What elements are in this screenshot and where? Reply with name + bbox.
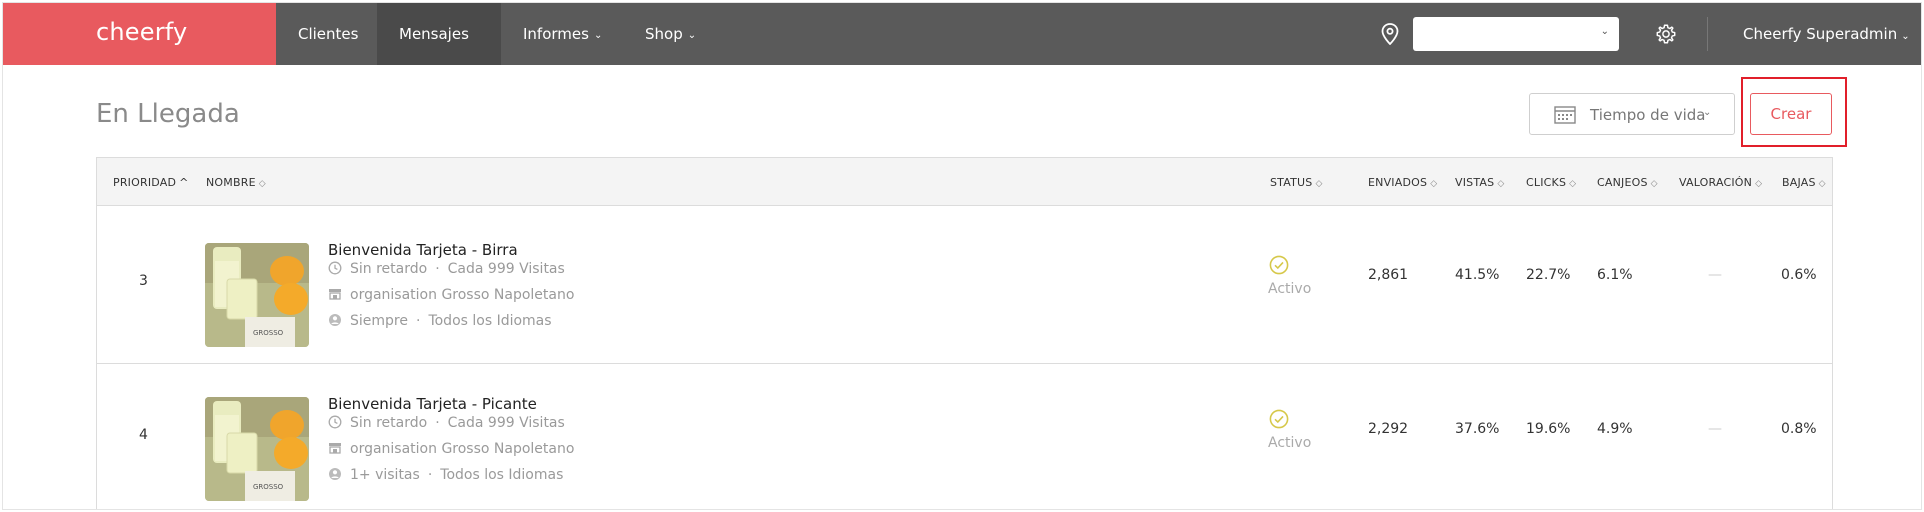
sort-icon: ◇ xyxy=(1569,179,1577,189)
user-menu[interactable]: Cheerfy Superadmin ⌄ xyxy=(1743,3,1910,65)
column-header-valoracion[interactable]: VALORACIÓN ◇ xyxy=(1679,176,1762,189)
user-circle-icon xyxy=(329,314,341,326)
period-filter-label: Tiempo de vida xyxy=(1590,106,1706,124)
user-circle-icon xyxy=(329,468,341,480)
sort-icon: ◇ xyxy=(1818,179,1826,189)
gear-icon[interactable] xyxy=(1655,23,1677,45)
column-header-bajas[interactable]: BAJAS ◇ xyxy=(1782,176,1826,189)
logo: cheerfy xyxy=(96,18,188,46)
nav-mensajes[interactable]: Mensajes⌄ xyxy=(377,3,501,103)
clock-icon xyxy=(328,261,342,275)
status-badge: Activo xyxy=(1268,435,1312,451)
store-icon xyxy=(329,443,341,454)
delay-frequency-line: Sin retardo · Cada 999 Visitas xyxy=(328,261,565,277)
chevron-down-icon: ⌄ xyxy=(593,30,603,41)
sort-icon: ◇ xyxy=(1315,179,1323,189)
canjeos-value: 6.1% xyxy=(1597,267,1633,283)
organisation-line: organisation Grosso Napoletano xyxy=(328,441,574,457)
message-name[interactable]: Bienvenida Tarjeta - Birra xyxy=(328,241,518,259)
chevron-down-icon: ⌄ xyxy=(1901,31,1910,42)
message-thumbnail: GROSSO xyxy=(205,397,309,501)
status-badge: Activo xyxy=(1268,281,1312,297)
column-header-canjeos[interactable]: CANJEOS ◇ xyxy=(1597,176,1658,189)
nav-clientes[interactable]: Clientes xyxy=(276,3,380,65)
canjeos-value: 4.9% xyxy=(1597,421,1633,437)
nav-divider xyxy=(1707,17,1708,51)
table-header: PRIORIDAD ^ NOMBRE ◇ STATUS ◇ ENVIADOS ◇ VIS… xyxy=(97,158,1832,206)
column-header-status[interactable]: STATUS ◇ xyxy=(1270,176,1323,189)
chevron-down-icon: ⌄ xyxy=(1600,26,1609,37)
store-icon xyxy=(329,289,341,300)
lemonade-photo: GROSSO xyxy=(205,243,309,347)
organisation-line: organisation Grosso Napoletano xyxy=(328,287,574,303)
clock-icon xyxy=(328,415,342,429)
vistas-value: 37.6% xyxy=(1455,421,1500,437)
create-button[interactable]: Crear xyxy=(1750,93,1832,135)
messages-table: PRIORIDAD ^ NOMBRE ◇ STATUS ◇ ENVIADOS ◇ VIS… xyxy=(96,157,1833,509)
calendar-icon xyxy=(1554,106,1576,124)
clicks-value: 19.6% xyxy=(1526,421,1571,437)
vistas-value: 41.5% xyxy=(1455,267,1500,283)
enviados-value: 2,292 xyxy=(1368,421,1409,437)
sort-asc-icon: ^ xyxy=(179,176,189,189)
table-row[interactable]: 4 GROSSO Bienvenida Tarjeta - Picante Si… xyxy=(97,365,1832,509)
delay-frequency-line: Sin retardo · Cada 999 Visitas xyxy=(328,415,565,431)
nav-shop[interactable]: Shop ⌄ xyxy=(623,3,718,65)
column-header-nombre[interactable]: NOMBRE ◇ xyxy=(206,176,266,189)
clicks-value: 22.7% xyxy=(1526,267,1571,283)
page-title: En Llegada xyxy=(96,99,240,129)
column-header-prioridad[interactable]: PRIORIDAD ^ xyxy=(113,176,189,189)
chevron-down-icon: ⌄ xyxy=(404,92,413,103)
priority-value: 3 xyxy=(139,273,148,289)
bajas-value: 0.8% xyxy=(1781,421,1817,437)
svg-text:GROSSO: GROSSO xyxy=(253,483,284,491)
sort-icon: ◇ xyxy=(1497,179,1505,189)
location-pin-icon xyxy=(1381,23,1399,45)
app-window: cheerfy Clientes Mensajes⌄ Informes ⌄ Sho… xyxy=(2,2,1922,510)
chevron-down-icon: ⌄ xyxy=(1703,107,1712,118)
top-navbar: cheerfy Clientes Mensajes⌄ Informes ⌄ Sho… xyxy=(3,3,1921,103)
valoracion-value: — xyxy=(1708,421,1722,437)
table-row[interactable]: 3 GROSSO Bienvenida Tarjeta - Birra Sin … xyxy=(97,211,1832,364)
audience-line: 1+ visitas · Todos los Idiomas xyxy=(328,467,563,483)
message-thumbnail: GROSSO xyxy=(205,243,309,347)
check-circle-icon xyxy=(1269,409,1289,429)
sort-icon: ◇ xyxy=(1650,179,1658,189)
message-name[interactable]: Bienvenida Tarjeta - Picante xyxy=(328,395,537,413)
bajas-value: 0.6% xyxy=(1781,267,1817,283)
svg-text:GROSSO: GROSSO xyxy=(253,329,284,337)
audience-line: Siempre · Todos los Idiomas xyxy=(328,313,552,329)
sort-icon: ◇ xyxy=(1755,179,1763,189)
valoracion-value: — xyxy=(1708,267,1722,283)
period-filter-button[interactable]: Tiempo de vida ⌄ xyxy=(1529,93,1735,135)
sort-icon: ◇ xyxy=(1430,179,1438,189)
priority-value: 4 xyxy=(139,427,148,443)
sort-icon: ◇ xyxy=(258,179,266,189)
lemonade-photo: GROSSO xyxy=(205,397,309,501)
column-header-vistas[interactable]: VISTAS ◇ xyxy=(1455,176,1504,189)
column-header-clicks[interactable]: CLICKS ◇ xyxy=(1526,176,1576,189)
check-circle-icon xyxy=(1269,255,1289,275)
column-header-enviados[interactable]: ENVIADOS ◇ xyxy=(1368,176,1437,189)
chevron-down-icon: ⌄ xyxy=(687,30,697,41)
location-select[interactable]: ⌄ xyxy=(1413,17,1619,51)
enviados-value: 2,861 xyxy=(1368,267,1409,283)
nav-informes[interactable]: Informes ⌄ xyxy=(501,3,624,65)
logo-area[interactable]: cheerfy xyxy=(3,3,276,65)
